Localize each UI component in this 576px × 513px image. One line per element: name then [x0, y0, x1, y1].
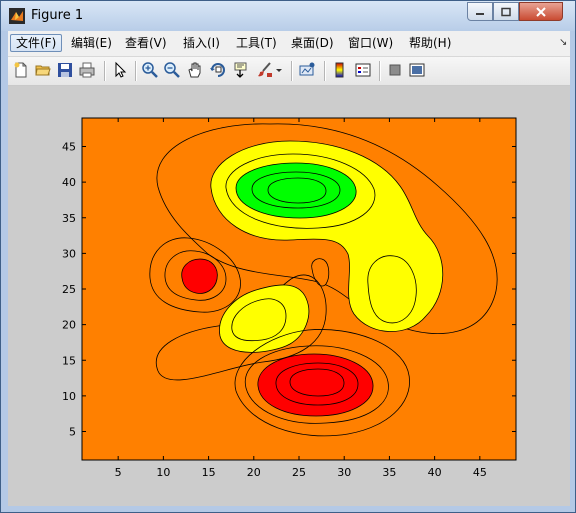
x-tick-label: 10	[156, 466, 170, 479]
link-plot-icon[interactable]	[298, 61, 316, 79]
zoom-in-icon[interactable]	[141, 61, 159, 79]
toolbar-separator	[135, 61, 136, 81]
rotate-3d-icon[interactable]	[209, 61, 227, 79]
menu-help[interactable]: 帮助(H)	[404, 34, 456, 52]
y-tick-label: 5	[69, 426, 76, 439]
contour-fill-red-left	[181, 258, 218, 294]
close-button[interactable]	[519, 2, 563, 21]
x-tick-label: 30	[337, 466, 351, 479]
menu-tools[interactable]: 工具(T)	[231, 34, 282, 52]
brush-icon[interactable]	[256, 61, 274, 79]
edit-plot-arrow-icon[interactable]	[111, 61, 129, 79]
y-tick-label: 10	[62, 390, 76, 403]
contour-plot[interactable]: 5 10 15 20 25 30 35 40 45 5 10 15 20 25 30 35 40 45	[8, 86, 570, 506]
y-tick-label: 45	[62, 141, 76, 154]
minimize-button[interactable]	[467, 2, 493, 21]
matlab-icon	[9, 8, 25, 24]
y-tick-label: 20	[62, 319, 76, 332]
x-tick-label: 15	[202, 466, 216, 479]
y-tick-label: 25	[62, 283, 76, 296]
y-tick-label: 35	[62, 212, 76, 225]
zoom-out-icon[interactable]	[163, 61, 181, 79]
x-tick-label: 35	[382, 466, 396, 479]
y-tick-label: 40	[62, 176, 76, 189]
colorbar-icon[interactable]	[331, 61, 349, 79]
figure-canvas: 5 10 15 20 25 30 35 40 45 5 10 15 20 25 30 35 40 45	[8, 86, 570, 506]
x-tick-label: 45	[473, 466, 487, 479]
x-tick-label: 5	[115, 466, 122, 479]
chevron-down-icon[interactable]	[274, 61, 284, 79]
menu-desktop[interactable]: 桌面(D)	[286, 34, 339, 52]
menu-file[interactable]: 文件(F)	[10, 34, 63, 52]
toolbar-separator	[324, 61, 325, 81]
x-tick-label: 40	[428, 466, 442, 479]
print-icon[interactable]	[78, 61, 96, 79]
maximize-button[interactable]	[493, 2, 519, 21]
toolbar-separator	[379, 61, 380, 81]
x-tick-label: 20	[247, 466, 261, 479]
close-icon	[536, 6, 546, 17]
toolbar-separator	[291, 61, 292, 81]
legend-icon[interactable]	[354, 61, 372, 79]
window-title: Figure 1	[31, 8, 84, 23]
new-figure-icon[interactable]	[12, 61, 30, 79]
menu-bar: 文件(F) 编辑(E) 查看(V) 插入(I) 工具(T) 桌面(D) 窗口(W…	[8, 31, 570, 57]
contour-fill-green	[235, 162, 357, 219]
minimize-icon	[476, 12, 484, 15]
maximize-icon	[501, 7, 511, 16]
figure-window: Figure 1 文件(F) 编辑(E) 查看(V) 插入(I) 工具(T) 桌…	[0, 0, 576, 513]
x-tick-label: 25	[292, 466, 306, 479]
show-plot-tools-icon[interactable]	[408, 61, 426, 79]
title-bar[interactable]: Figure 1	[1, 1, 575, 31]
menu-window[interactable]: 窗口(W)	[343, 34, 398, 52]
toolbar-separator	[104, 61, 105, 81]
menu-edit[interactable]: 编辑(E)	[66, 34, 117, 52]
pan-hand-icon[interactable]	[186, 61, 204, 79]
menu-view[interactable]: 查看(V)	[120, 34, 172, 52]
hide-plot-tools-icon[interactable]	[386, 61, 404, 79]
menu-dock-icon[interactable]: ↘	[559, 37, 567, 48]
y-tick-label: 30	[62, 247, 76, 260]
y-tick-label: 15	[62, 354, 76, 367]
menu-insert[interactable]: 插入(I)	[178, 34, 225, 52]
data-cursor-icon[interactable]	[232, 61, 250, 79]
figure-toolbar	[8, 57, 570, 86]
open-file-icon[interactable]	[34, 61, 52, 79]
save-icon[interactable]	[56, 61, 74, 79]
